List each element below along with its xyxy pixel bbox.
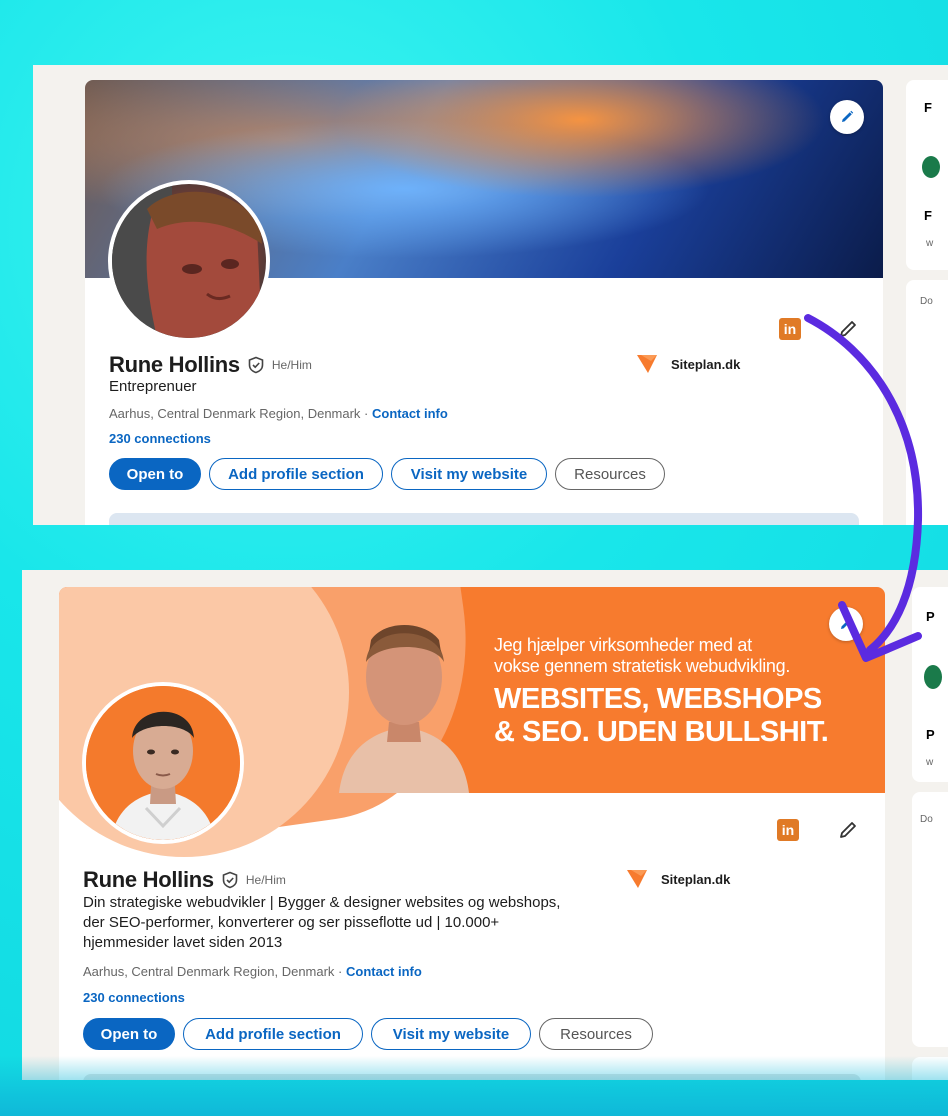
sidebar-card: Do — [912, 792, 948, 1047]
open-to-button[interactable]: Open to — [109, 458, 201, 490]
contact-info-link[interactable]: Contact info — [372, 406, 448, 421]
sidebar-small-text: Do — [920, 296, 933, 307]
location-text: Aarhus, Central Denmark Region, Denmark … — [83, 964, 346, 979]
profile-actions: Open to Add profile section Visit my web… — [109, 458, 665, 490]
visit-website-button[interactable]: Visit my website — [371, 1018, 531, 1050]
sidebar-small-text: Do — [920, 814, 933, 825]
resources-button[interactable]: Resources — [539, 1018, 653, 1050]
resources-button[interactable]: Resources — [555, 458, 665, 490]
banner-person-photo — [339, 625, 469, 793]
location-line: Aarhus, Central Denmark Region, Denmark … — [109, 406, 448, 421]
visit-website-button[interactable]: Visit my website — [391, 458, 547, 490]
banner-line: & SEO. UDEN BULLSHIT. — [494, 716, 829, 748]
connections-link[interactable]: 230 connections — [109, 431, 211, 446]
current-company[interactable]: Siteplan.dk — [627, 870, 730, 888]
pencil-icon[interactable] — [837, 318, 859, 340]
sidebar-green-dot — [924, 665, 942, 689]
add-profile-section-button[interactable]: Add profile section — [183, 1018, 363, 1050]
pronouns: He/Him — [271, 358, 312, 372]
profile-avatar[interactable] — [82, 682, 244, 844]
pencil-icon — [841, 617, 853, 629]
sidebar-letter: P — [926, 609, 935, 624]
pronouns: He/Him — [245, 873, 286, 887]
profile-actions: Open to Add profile section Visit my web… — [83, 1018, 653, 1050]
profile-avatar[interactable] — [108, 180, 270, 342]
sidebar-card: P P w — [912, 587, 948, 782]
sidebar-card: F F w — [906, 80, 948, 270]
banner-line: Jeg hjælper virksomheder med at — [494, 635, 752, 655]
sidebar-letter: P — [926, 727, 935, 742]
banner-line: vokse gennem stratetisk webudvikling. — [494, 656, 791, 676]
profile-photo — [112, 184, 262, 338]
connections-link[interactable]: 230 connections — [83, 990, 185, 1005]
profile-before-panel: F F w Do in Rune Hollins He/Him Siteplan… — [33, 65, 948, 525]
sidebar-small-text: w — [926, 238, 934, 249]
sidebar-letter: F — [924, 100, 932, 115]
current-company[interactable]: Siteplan.dk — [637, 355, 740, 373]
verified-shield-icon — [222, 871, 238, 889]
location-text: Aarhus, Central Denmark Region, Denmark … — [109, 406, 372, 421]
name-row: Rune Hollins He/Him — [109, 352, 312, 378]
profile-card: Jeg hjælper virksomheder med at vokse ge… — [59, 587, 885, 1080]
name-row: Rune Hollins He/Him — [83, 867, 286, 893]
sidebar-small-text: w — [926, 757, 934, 768]
profile-after-panel: P P w Do Jeg hjælper virksomheder med at… — [22, 570, 948, 1080]
edit-banner-button[interactable] — [829, 607, 863, 641]
profile-photo — [86, 686, 240, 840]
company-name: Siteplan.dk — [671, 356, 741, 372]
pencil-icon — [842, 110, 854, 122]
sidebar-green-dot — [922, 156, 940, 178]
location-line: Aarhus, Central Denmark Region, Denmark … — [83, 964, 422, 979]
banner-line: WEBSITES, WEBSHOPS — [494, 683, 822, 715]
pencil-icon[interactable] — [837, 819, 859, 841]
company-name: Siteplan.dk — [661, 871, 731, 887]
open-to-work-strip — [109, 513, 859, 525]
edit-banner-button[interactable] — [830, 100, 864, 134]
open-to-button[interactable]: Open to — [83, 1018, 175, 1050]
sidebar-letter: F — [924, 208, 932, 223]
banner-text: Jeg hjælper virksomheder med at vokse ge… — [494, 635, 884, 749]
profile-name: Rune Hollins — [109, 352, 240, 377]
siteplan-logo-icon — [637, 355, 657, 373]
profile-headline: Din strategiske webudvikler | Bygger & d… — [83, 894, 561, 951]
profile-name: Rune Hollins — [83, 867, 214, 892]
background-glow — [0, 1056, 948, 1116]
verified-shield-icon — [248, 356, 264, 374]
siteplan-logo-icon — [627, 870, 647, 888]
linkedin-icon[interactable]: in — [777, 819, 799, 841]
sidebar-card: Do — [906, 280, 948, 525]
profile-card: in Rune Hollins He/Him Siteplan.dk Entre… — [85, 80, 883, 525]
profile-headline: Entreprenuer — [109, 378, 197, 395]
add-profile-section-button[interactable]: Add profile section — [209, 458, 383, 490]
contact-info-link[interactable]: Contact info — [346, 964, 422, 979]
linkedin-icon[interactable]: in — [779, 318, 801, 340]
